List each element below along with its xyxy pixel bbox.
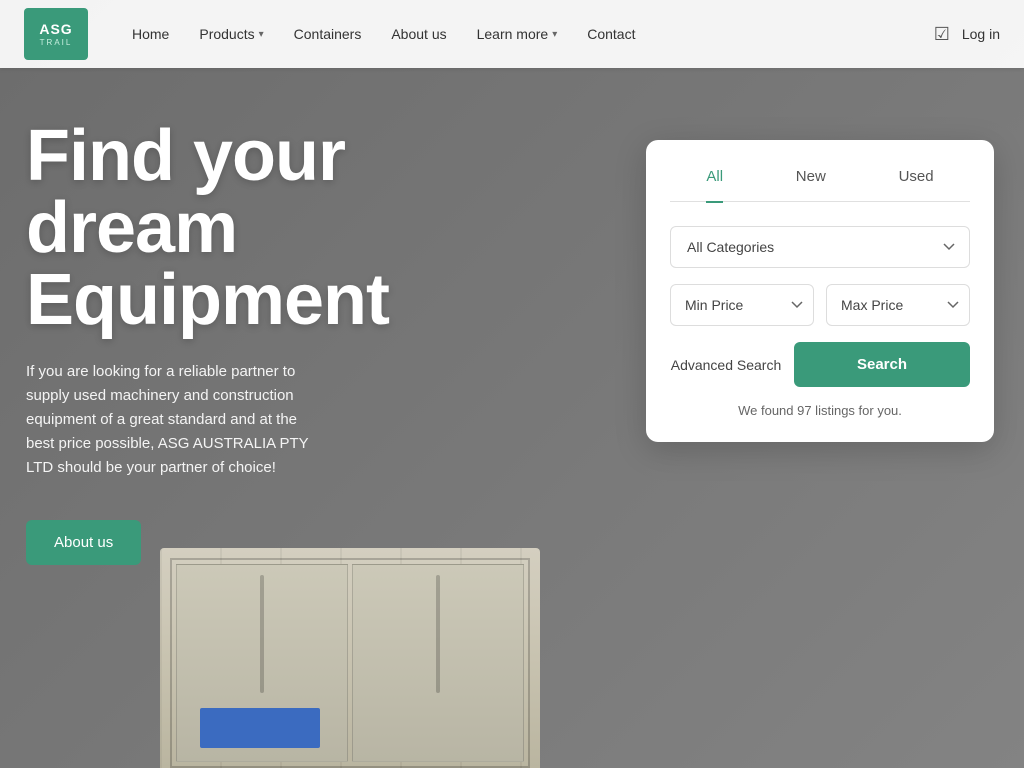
account-icon[interactable]: ☑ (934, 24, 950, 45)
logo-text-main: ASG (39, 22, 72, 36)
logo[interactable]: ASG TRAIL (24, 8, 88, 60)
nav-home[interactable]: Home (120, 18, 181, 50)
search-card: All New Used All Categories Min Price Ma… (646, 140, 994, 442)
advanced-search-link[interactable]: Advanced Search (670, 357, 782, 373)
products-chevron-icon: ▾ (259, 29, 264, 40)
max-price-select[interactable]: Max Price (826, 284, 970, 326)
nav-learn-more[interactable]: Learn more ▾ (465, 18, 570, 50)
logo-text-sub: TRAIL (40, 38, 73, 47)
search-tabs: All New Used (670, 168, 970, 202)
nav-contact[interactable]: Contact (575, 18, 647, 50)
container-label (200, 708, 320, 748)
hero-content: Find your dream Equipment If you are loo… (26, 120, 446, 565)
navbar: ASG TRAIL Home Products ▾ Containers Abo… (0, 0, 1024, 68)
price-row: Min Price Max Price (670, 284, 970, 326)
search-actions: Advanced Search Search (670, 342, 970, 387)
nav-products[interactable]: Products ▾ (187, 18, 275, 50)
nav-links: Home Products ▾ Containers About us Lear… (120, 18, 934, 50)
search-results-text: We found 97 listings for you. (670, 403, 970, 418)
search-button[interactable]: Search (794, 342, 970, 387)
about-us-button[interactable]: About us (26, 520, 141, 565)
nav-containers[interactable]: Containers (282, 18, 374, 50)
login-link[interactable]: Log in (962, 26, 1000, 42)
tab-used[interactable]: Used (899, 168, 934, 189)
learn-more-chevron-icon: ▾ (552, 29, 557, 40)
nav-about[interactable]: About us (379, 18, 458, 50)
min-price-select[interactable]: Min Price (670, 284, 814, 326)
container-door-right (352, 564, 524, 762)
tab-new[interactable]: New (796, 168, 826, 189)
tab-all[interactable]: All (706, 168, 723, 189)
category-select[interactable]: All Categories (670, 226, 970, 268)
hero-title: Find your dream Equipment (26, 120, 446, 336)
hero-subtitle: If you are looking for a reliable partne… (26, 360, 326, 480)
nav-right: ☑ Log in (934, 24, 1000, 45)
